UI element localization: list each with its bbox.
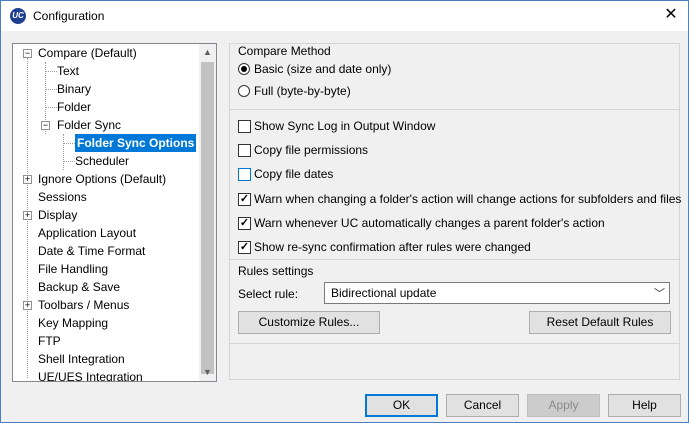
- rule-select-value: Bidirectional update: [331, 286, 437, 300]
- checkbox-label: Warn whenever UC automatically changes a…: [254, 216, 605, 230]
- checkbox-checked-icon[interactable]: ✓: [238, 217, 251, 230]
- chevron-down-icon[interactable]: ﹀: [654, 285, 665, 301]
- checkbox-label: Warn when changing a folder's action wil…: [254, 192, 682, 206]
- tree-connector: [63, 134, 64, 170]
- tree-connector: [63, 143, 75, 144]
- tree-item-key-mapping[interactable]: Key Mapping: [38, 314, 108, 332]
- collapse-icon[interactable]: −: [23, 49, 32, 58]
- window-title: Configuration: [33, 9, 105, 23]
- radio-unselected-icon[interactable]: [238, 85, 250, 97]
- tree-item-file-handling[interactable]: File Handling: [38, 260, 108, 278]
- rule-select[interactable]: Bidirectional update ﹀: [324, 282, 670, 304]
- rules-settings-header: Rules settings: [238, 264, 314, 278]
- select-rule-label: Select rule:: [238, 287, 299, 301]
- checkbox-label: Show Sync Log in Output Window: [254, 119, 436, 133]
- tree-item-application-layout[interactable]: Application Layout: [38, 224, 136, 242]
- expand-icon[interactable]: +: [23, 211, 32, 220]
- title-bar: UC Configuration ✕: [1, 1, 688, 31]
- tree-connector: [45, 107, 57, 108]
- divider: [230, 259, 679, 260]
- close-icon[interactable]: ✕: [662, 6, 680, 24]
- checkbox-checked-icon[interactable]: ✓: [238, 241, 251, 254]
- tree-item-compare-default[interactable]: Compare (Default): [38, 44, 137, 62]
- tree-scrollbar[interactable]: ▲ ▼: [199, 44, 216, 381]
- apply-button[interactable]: Apply: [527, 394, 600, 417]
- tree-item-text[interactable]: Text: [57, 62, 79, 80]
- configuration-dialog: UC Configuration ✕ − Compare (Default) T…: [0, 0, 689, 423]
- tree-item-sessions[interactable]: Sessions: [38, 188, 87, 206]
- help-button[interactable]: Help: [608, 394, 681, 417]
- tree-item-ignore-options[interactable]: Ignore Options (Default): [38, 170, 166, 188]
- tree-connector: [63, 161, 75, 162]
- compare-method-header: Compare Method: [238, 44, 331, 58]
- tree-item-toolbars-menus[interactable]: Toolbars / Menus: [38, 296, 129, 314]
- options-panel: Compare Method Basic (size and date only…: [229, 43, 682, 380]
- ok-button[interactable]: OK: [365, 394, 438, 417]
- tree-connector: [45, 89, 57, 90]
- checkbox-unchecked-icon[interactable]: [238, 120, 251, 133]
- checkbox-checked-icon[interactable]: ✓: [238, 193, 251, 206]
- scroll-up-icon[interactable]: ▲: [199, 44, 216, 61]
- divider: [230, 109, 679, 110]
- ultracompare-app-icon: UC: [10, 8, 26, 24]
- customize-rules-button[interactable]: Customize Rules...: [238, 311, 380, 334]
- scroll-down-icon[interactable]: ▼: [199, 364, 216, 381]
- settings-tree: − Compare (Default) Text Binary Folder −…: [12, 43, 217, 382]
- expand-icon[interactable]: +: [23, 175, 32, 184]
- tree-item-ue-ues-integration[interactable]: UE/UES Integration: [38, 368, 143, 381]
- tree-item-scheduler[interactable]: Scheduler: [75, 152, 129, 170]
- tree-item-shell-integration[interactable]: Shell Integration: [38, 350, 125, 368]
- tree-item-display[interactable]: Display: [38, 206, 77, 224]
- radio-full-label: Full (byte-by-byte): [254, 84, 351, 98]
- tree-item-backup-save[interactable]: Backup & Save: [38, 278, 120, 296]
- checkbox-unchecked-icon[interactable]: [238, 144, 251, 157]
- checkbox-label: Show re-sync confirmation after rules we…: [254, 240, 531, 254]
- tree-item-date-time-format[interactable]: Date & Time Format: [38, 242, 145, 260]
- scrollbar-thumb[interactable]: [201, 62, 214, 374]
- checkbox-unchecked-icon[interactable]: [238, 168, 251, 181]
- cancel-button[interactable]: Cancel: [446, 394, 519, 417]
- reset-default-rules-button[interactable]: Reset Default Rules: [529, 311, 671, 334]
- radio-basic-label: Basic (size and date only): [254, 62, 392, 76]
- checkbox-label: Copy file permissions: [254, 143, 369, 157]
- tree-connector: [45, 71, 57, 72]
- collapse-icon[interactable]: −: [41, 121, 50, 130]
- tree-item-folder[interactable]: Folder: [57, 98, 91, 116]
- radio-selected-icon[interactable]: [238, 63, 250, 75]
- tree-item-ftp[interactable]: FTP: [38, 332, 61, 350]
- tree-item-folder-sync-options[interactable]: Folder Sync Options: [75, 134, 197, 152]
- expand-icon[interactable]: +: [23, 301, 32, 310]
- tree-item-binary[interactable]: Binary: [57, 80, 91, 98]
- tree-item-folder-sync[interactable]: Folder Sync: [57, 116, 121, 134]
- checkbox-label: Copy file dates: [254, 167, 334, 181]
- divider: [230, 343, 679, 344]
